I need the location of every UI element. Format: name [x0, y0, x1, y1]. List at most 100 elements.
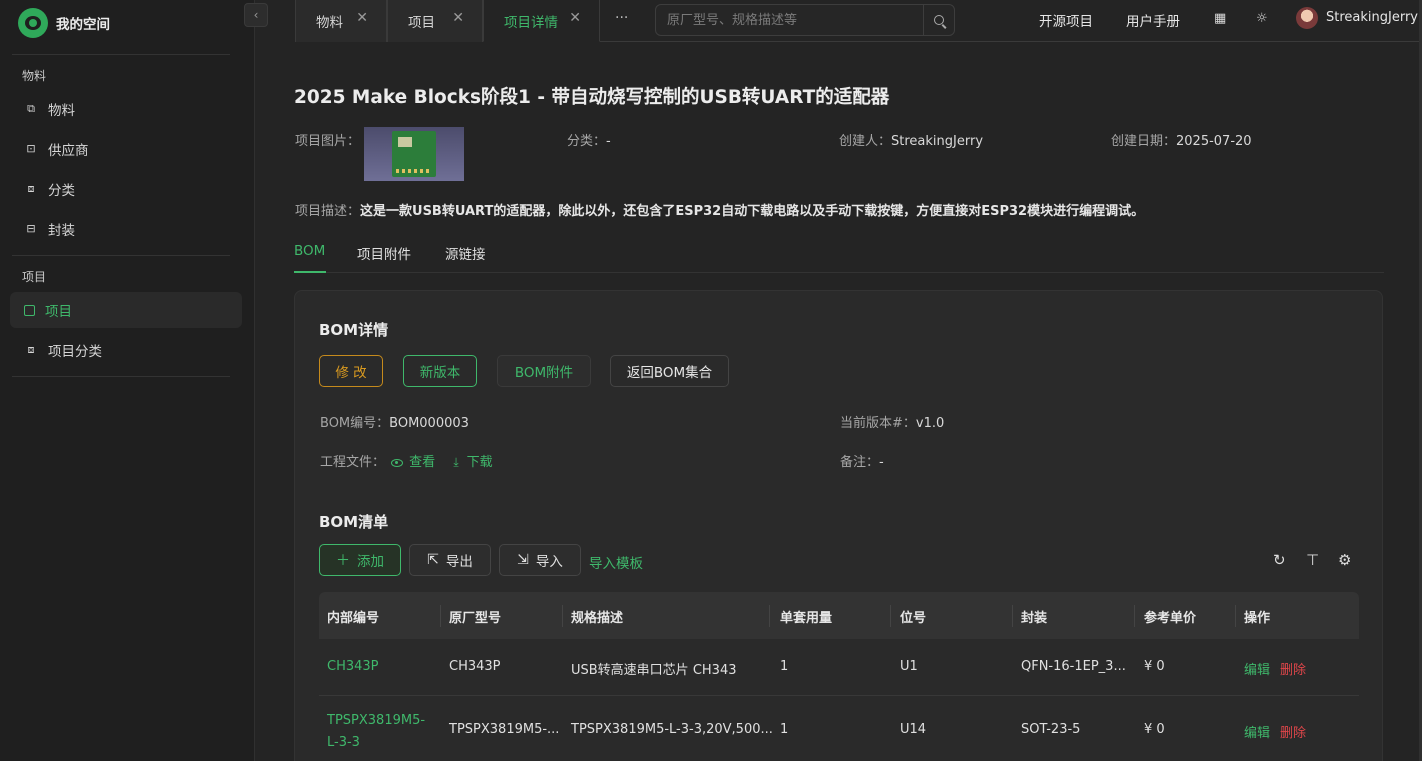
qty-cell: 1 — [780, 722, 789, 737]
model-cell: TPSPX3819M5-... — [449, 722, 560, 737]
chevron-left-icon: ‹ — [253, 8, 259, 22]
new-version-button[interactable]: 新版本 — [403, 355, 477, 387]
table-row: TPSPX3819M5-L-3-3 TPSPX3819M5-... TPSPX3… — [319, 696, 1359, 761]
column-header[interactable]: 操作 — [1244, 607, 1270, 626]
tab-project-detail[interactable]: 项目详情 ✕ — [483, 0, 600, 42]
category-field: 分类：- — [567, 134, 611, 149]
sidebar-item-label: 项目分类 — [48, 344, 102, 360]
close-icon[interactable]: ✕ — [356, 10, 368, 26]
sidebar-item-supplier[interactable]: ⊡ 供应商 — [10, 131, 242, 167]
export-icon: ⇱ — [427, 552, 439, 568]
created-date-field: 创建日期：2025-07-20 — [1111, 134, 1252, 149]
divider — [12, 376, 230, 377]
avatar[interactable] — [1296, 7, 1318, 29]
open-source-link[interactable]: 开源项目 — [1039, 10, 1093, 30]
search-button[interactable] — [923, 5, 954, 35]
price-cell: ¥ 0 — [1144, 722, 1165, 737]
column-divider — [1012, 605, 1013, 627]
current-version-field: 当前版本#：v1.0 — [840, 416, 945, 431]
close-icon[interactable]: ✕ — [452, 10, 464, 26]
sidebar-item-package[interactable]: ⊟ 封装 — [10, 211, 242, 247]
spec-cell: USB转高速串口芯片 CH343 — [571, 663, 737, 678]
column-header[interactable]: 单套用量 — [780, 607, 832, 626]
pcb-thumbnail — [392, 131, 436, 177]
price-cell: ¥ 0 — [1144, 659, 1165, 674]
internal-code-link[interactable]: CH343P — [327, 659, 379, 674]
sidebar-item-category[interactable]: ⧈ 分类 — [10, 171, 242, 207]
more-tabs-icon[interactable]: ··· — [615, 10, 628, 26]
bom-attachments-button[interactable]: BOM附件 — [497, 355, 591, 387]
notes-field: 备注：- — [840, 455, 884, 470]
column-height-icon[interactable]: ⊤ — [1306, 551, 1319, 569]
package-cell: QFN-16-1EP_3... — [1021, 659, 1126, 674]
column-divider — [769, 605, 770, 627]
column-header[interactable]: 原厂型号 — [449, 607, 501, 626]
refresh-icon[interactable]: ↻ — [1273, 551, 1286, 569]
username[interactable]: StreakingJerry — [1326, 10, 1418, 25]
sidebar-item-project-category[interactable]: ⧈ 项目分类 — [10, 332, 242, 368]
sun-icon[interactable]: ☼ — [1256, 11, 1268, 26]
export-button[interactable]: ⇱ 导出 — [409, 544, 491, 576]
creator-field: 创建人：StreakingJerry — [839, 134, 984, 149]
download-icon: ⤓ — [453, 455, 459, 469]
page-title: 2025 Make Blocks阶段1 - 带自动烧写控制的USB转UART的适… — [294, 87, 890, 108]
tab-source-links[interactable]: 源链接 — [445, 243, 486, 263]
column-header[interactable]: 规格描述 — [571, 607, 623, 626]
bom-card: BOM详情 修 改 新版本 BOM附件 返回BOM集合 BOM编号：BOM000… — [294, 290, 1383, 761]
brand[interactable]: 我的空间 — [0, 0, 254, 46]
tab-label: 物料 — [316, 15, 343, 31]
add-button[interactable]: ＋ 添加 — [319, 544, 401, 576]
column-divider — [1235, 605, 1236, 627]
ref-cell: U1 — [900, 659, 918, 674]
sidebar-item-projects[interactable]: 项目 — [10, 292, 242, 328]
import-template-link[interactable]: 导入模板 — [589, 552, 643, 572]
search-icon — [934, 15, 944, 25]
internal-code-link[interactable]: TPSPX3819M5-L-3-3 — [327, 710, 431, 754]
project-image[interactable] — [364, 127, 464, 181]
edit-button[interactable]: 修 改 — [319, 355, 383, 387]
eye-icon — [391, 458, 404, 467]
search-input[interactable] — [656, 5, 924, 35]
detail-tabs: BOM 项目附件 源链接 — [294, 231, 1384, 273]
plus-icon: ＋ — [336, 553, 350, 569]
language-icon[interactable]: ▦ — [1214, 11, 1226, 26]
project-files-field: 工程文件： 查看 ⤓ 下载 — [320, 455, 493, 470]
actions-cell: 编辑 删除 — [1244, 722, 1306, 741]
category-icon: ⧈ — [27, 182, 35, 195]
sidebar: 我的空间 物料 ⧉ 物料 ⊡ 供应商 ⧈ 分类 ⊟ 封装 项目 项目 ⧈ 项目分… — [0, 0, 255, 761]
user-manual-link[interactable]: 用户手册 — [1126, 10, 1180, 30]
tab-bom[interactable]: BOM — [294, 243, 325, 259]
import-button[interactable]: ⇲ 导入 — [499, 544, 581, 576]
column-header[interactable]: 参考单价 — [1144, 607, 1196, 626]
group-title-projects: 项目 — [22, 270, 47, 284]
column-header[interactable]: 位号 — [900, 607, 926, 626]
row-delete-link[interactable]: 删除 — [1280, 663, 1306, 678]
active-tab-indicator — [294, 271, 326, 273]
project-category-icon: ⧈ — [27, 343, 35, 356]
sidebar-collapse-button[interactable]: ‹ — [244, 3, 268, 27]
bom-list-title: BOM清单 — [319, 513, 389, 531]
tab-attachments[interactable]: 项目附件 — [357, 243, 411, 263]
package-icon: ⊟ — [26, 222, 36, 235]
column-header[interactable]: 封装 — [1021, 607, 1047, 626]
column-divider — [562, 605, 563, 627]
model-cell: CH343P — [449, 659, 501, 674]
group-title-materials: 物料 — [22, 69, 47, 83]
tab-materials[interactable]: 物料 ✕ — [295, 0, 387, 42]
column-header[interactable]: 内部编号 — [327, 607, 379, 626]
ref-cell: U14 — [900, 722, 927, 737]
row-edit-link[interactable]: 编辑 — [1244, 726, 1270, 741]
sidebar-item-label: 项目 — [45, 304, 72, 320]
table-row: CH343P CH343P USB转高速串口芯片 CH343 1 U1 QFN-… — [319, 639, 1359, 696]
view-files-link[interactable]: 查看 — [389, 455, 435, 470]
actions-cell: 编辑 删除 — [1244, 659, 1306, 678]
row-edit-link[interactable]: 编辑 — [1244, 663, 1270, 678]
row-delete-link[interactable]: 删除 — [1280, 726, 1306, 741]
project-image-label: 项目图片： — [295, 134, 361, 149]
tab-projects[interactable]: 项目 ✕ — [387, 0, 483, 42]
close-icon[interactable]: ✕ — [569, 10, 581, 26]
sidebar-item-materials[interactable]: ⧉ 物料 — [10, 91, 242, 127]
download-files-link[interactable]: ⤓ 下载 — [439, 455, 492, 470]
back-to-bom-set-button[interactable]: 返回BOM集合 — [610, 355, 729, 387]
settings-icon[interactable]: ⚙ — [1338, 551, 1351, 569]
